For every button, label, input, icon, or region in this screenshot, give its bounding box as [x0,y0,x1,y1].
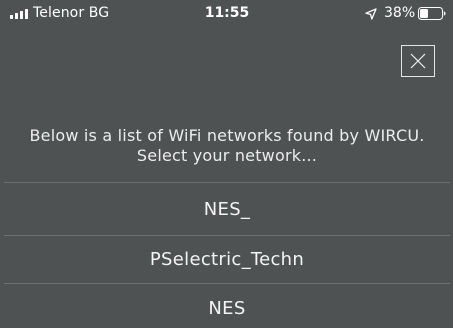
network-item[interactable]: NES [4,283,450,328]
network-list: NES_ PSelectric_Techn NES [4,182,450,328]
close-icon [410,53,426,69]
network-item[interactable]: PSelectric_Techn [4,235,450,283]
status-bar: Telenor BG 11:55 38% [4,0,450,26]
network-item[interactable]: NES_ [4,182,450,235]
battery-percent: 38% [384,5,416,21]
wifi-network-selection-screen: Telenor BG 11:55 38% Below is a list of … [4,0,450,328]
instructions-text: Below is a list of WiFi networks found b… [29,126,425,165]
network-name: NES [208,298,246,319]
close-button[interactable] [401,45,435,77]
location-arrow-icon [365,8,377,20]
battery-icon [418,7,446,20]
network-name: PSelectric_Techn [149,249,305,270]
network-name: NES_ [203,198,251,220]
